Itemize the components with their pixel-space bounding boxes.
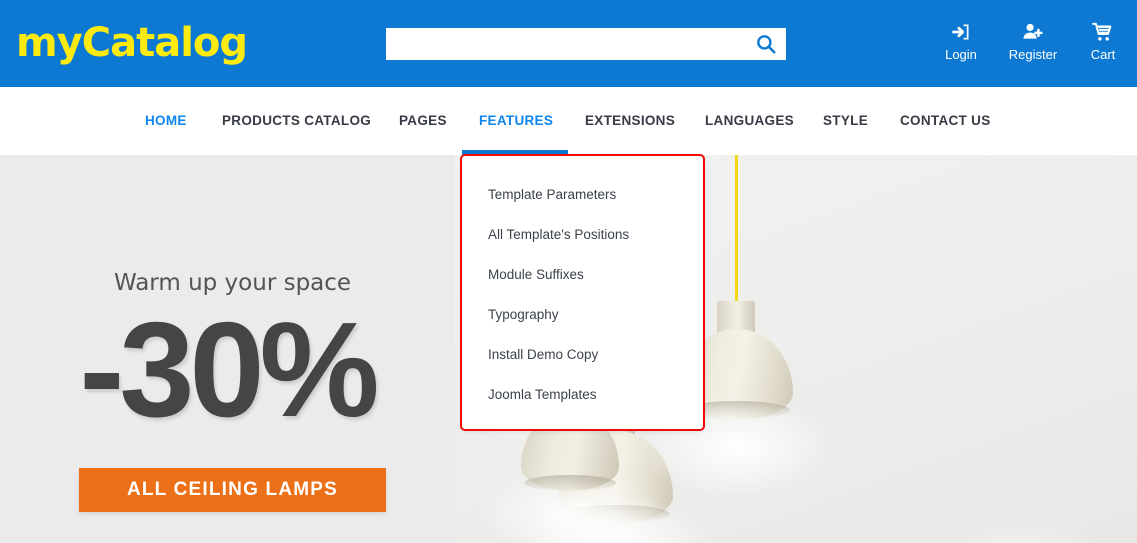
nav-item-contact-us[interactable]: CONTACT US [900,87,991,155]
search-icon [757,35,776,54]
login-link[interactable]: Login [929,22,993,64]
hero-discount: -30% [79,294,379,445]
site-header: myCatalog Login Register Cart [0,0,1137,87]
cart-link[interactable]: Cart [1075,22,1131,64]
sign-in-icon [929,22,993,44]
register-label: Register [1008,47,1058,62]
nav-item-style[interactable]: STYLE [823,87,868,155]
dropdown-item-joomla-templates[interactable]: Joomla Templates [462,375,703,415]
dropdown-item-typography[interactable]: Typography [462,295,703,335]
nav-item-pages[interactable]: PAGES [399,87,447,155]
main-navigation: HOME PRODUCTS CATALOG PAGES FEATURES EXTENSI… [0,87,1137,219]
nav-item-home[interactable]: HOME [145,87,187,155]
dropdown-item-all-template-s-positions[interactable]: All Template's Positions [462,215,703,255]
nav-item-products-catalog[interactable]: PRODUCTS CATALOG [222,87,371,155]
hero-kicker: Warm up your space [113,270,352,296]
search-button[interactable] [750,31,782,57]
cart-label: Cart [1090,47,1116,62]
login-label: Login [945,47,977,62]
lamp-rim-hidden [524,475,616,491]
shopping-cart-icon [1075,22,1131,44]
nav-item-extensions[interactable]: EXTENSIONS [585,87,675,155]
search-input[interactable] [386,28,744,60]
register-link[interactable]: Register [1001,22,1065,64]
user-plus-icon [1001,22,1065,44]
page-root: myCatalog Login Register Cart HOME PRODU… [0,0,1137,543]
features-dropdown-menu[interactable]: Template Parameters All Template's Positi… [462,156,703,429]
search-box[interactable] [386,28,786,60]
dropdown-item-module-suffixes[interactable]: Module Suffixes [462,255,703,295]
hero-text-block: Warm up your space -30% ALL CEILING LAMP… [0,155,470,543]
site-logo[interactable]: myCatalog [16,17,248,69]
nav-item-features[interactable]: FEATURES [479,87,553,155]
nav-item-languages[interactable]: LANGUAGES [705,87,794,155]
lamp-cord-yellow [735,155,738,303]
dropdown-item-template-parameters[interactable]: Template Parameters [462,175,703,215]
all-ceiling-lamps-button[interactable]: ALL CEILING LAMPS [79,468,386,512]
dropdown-item-install-demo-copy[interactable]: Install Demo Copy [462,335,703,375]
